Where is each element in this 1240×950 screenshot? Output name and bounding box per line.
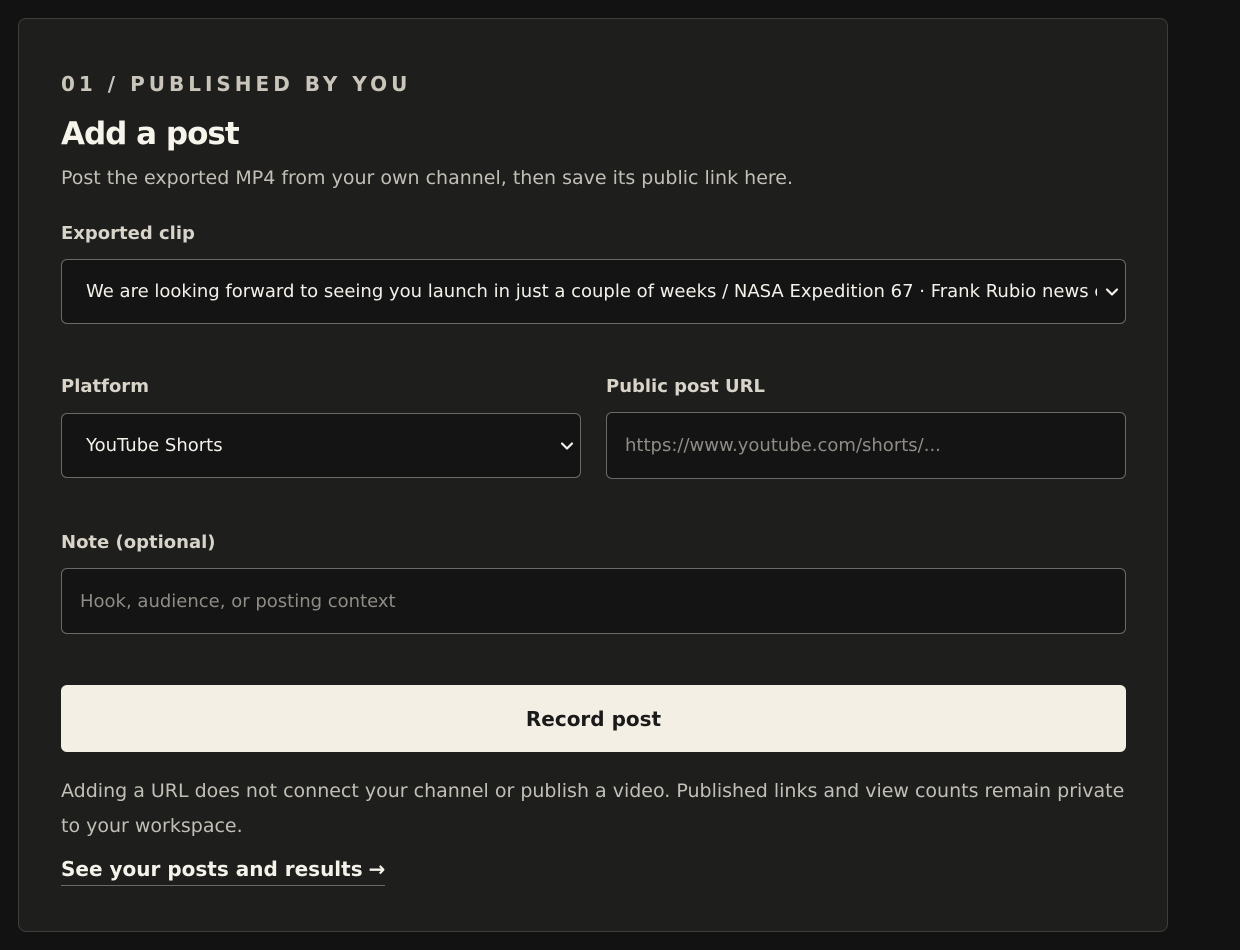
- section-eyebrow: 01 / PUBLISHED BY YOU: [61, 72, 412, 96]
- see-posts-results-link-label: See your posts and results: [61, 857, 363, 881]
- chevron-down-icon: [1105, 287, 1119, 296]
- public-post-url-placeholder: https://www.youtube.com/shorts/...: [625, 435, 941, 456]
- page-subtitle: Post the exported MP4 from your own chan…: [61, 167, 794, 189]
- public-post-url-input[interactable]: https://www.youtube.com/shorts/...: [606, 412, 1126, 479]
- privacy-disclaimer: Adding a URL does not connect your chann…: [61, 780, 1125, 837]
- record-post-button[interactable]: Record post: [61, 685, 1126, 752]
- chevron-down-icon: [560, 441, 574, 450]
- add-post-card: 01 / PUBLISHED BY YOU Add a post Post th…: [18, 18, 1168, 932]
- platform-label: Platform: [61, 376, 149, 397]
- page-title: Add a post: [61, 116, 240, 152]
- exported-clip-selected-value: We are looking forward to seeing you lau…: [86, 281, 1097, 302]
- note-input[interactable]: Hook, audience, or posting context: [61, 568, 1126, 634]
- exported-clip-label: Exported clip: [61, 223, 195, 244]
- public-post-url-label: Public post URL: [606, 376, 765, 397]
- arrow-right-icon: →: [368, 857, 386, 881]
- platform-select[interactable]: YouTube Shorts: [61, 413, 581, 478]
- platform-selected-value: YouTube Shorts: [86, 435, 223, 456]
- note-placeholder: Hook, audience, or posting context: [80, 590, 396, 612]
- see-posts-results-link[interactable]: See your posts and results →: [61, 857, 386, 886]
- exported-clip-select[interactable]: We are looking forward to seeing you lau…: [61, 259, 1126, 324]
- note-label: Note (optional): [61, 532, 216, 553]
